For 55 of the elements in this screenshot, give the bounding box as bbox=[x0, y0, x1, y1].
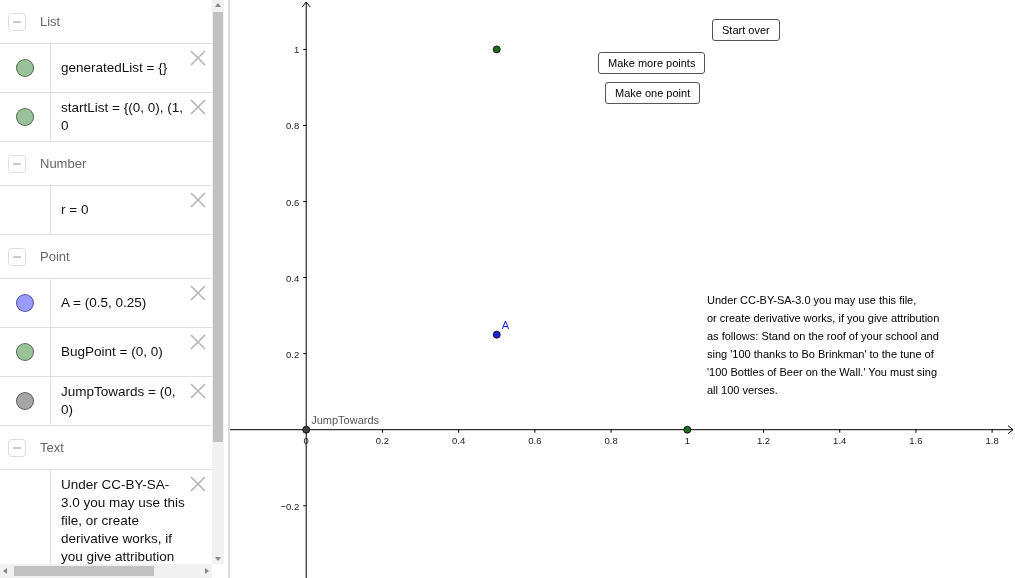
x-tick-label: 1.8 bbox=[985, 434, 999, 446]
point[interactable] bbox=[302, 425, 311, 434]
algebra-entry[interactable]: r = 0 bbox=[61, 201, 89, 219]
y-tick-label: 1 bbox=[293, 44, 300, 56]
point[interactable] bbox=[492, 45, 501, 54]
algebra-entry[interactable]: generatedList = {} bbox=[61, 59, 168, 77]
horizontal-scrollbar[interactable] bbox=[0, 564, 212, 578]
visibility-dot-icon[interactable] bbox=[16, 59, 34, 77]
y-tick-label: 0.2 bbox=[286, 348, 300, 360]
algebra-entry[interactable]: BugPoint = (0, 0) bbox=[61, 343, 163, 361]
delete-icon[interactable] bbox=[189, 382, 207, 400]
algebra-entry[interactable]: A = (0.5, 0.25) bbox=[61, 294, 147, 312]
x-tick-label: 0.4 bbox=[452, 434, 466, 446]
visibility-dot-icon[interactable] bbox=[16, 392, 34, 410]
y-tick-label: 0.8 bbox=[286, 120, 300, 132]
point[interactable] bbox=[683, 425, 692, 434]
vertical-scrollbar[interactable] bbox=[212, 0, 224, 564]
y-tick-label: 0.6 bbox=[286, 196, 300, 208]
license-text: Under CC-BY-SA-3.0 you may use this file, or create derivative works, if you give attribution as follows: Stand on the roof of your school and sing '100 thanks to Bo Brinkman' to the tune of '100 Bottles of Beer on the Wall.' You must sing all 100 verses. bbox=[707, 293, 940, 398]
x-tick-label: 0.6 bbox=[528, 434, 542, 446]
algebra-entry[interactable]: Under CC-BY-SA-3.0 you may use this file, or create derivative works, if you give attribution bbox=[61, 476, 188, 564]
collapse-toggle-icon[interactable] bbox=[8, 247, 26, 266]
action-button[interactable]: Make one point bbox=[605, 82, 701, 104]
y-tick-label: 0.4 bbox=[286, 272, 300, 284]
category-header: Text bbox=[40, 440, 64, 455]
x-tick-label: 0 bbox=[303, 434, 309, 446]
category-header: Point bbox=[40, 249, 70, 264]
delete-icon[interactable] bbox=[189, 191, 207, 209]
collapse-toggle-icon[interactable] bbox=[8, 438, 26, 457]
point-label: A bbox=[501, 318, 510, 331]
point[interactable] bbox=[492, 330, 501, 339]
x-tick-label: 0.2 bbox=[375, 434, 390, 446]
delete-icon[interactable] bbox=[189, 98, 207, 116]
action-button[interactable]: Make more points bbox=[598, 52, 706, 74]
x-tick-label: 1 bbox=[684, 434, 690, 446]
delete-icon[interactable] bbox=[189, 333, 207, 351]
delete-icon[interactable] bbox=[189, 284, 207, 302]
algebra-entry[interactable]: startList = {(0, 0), (1, 0 bbox=[61, 99, 188, 135]
visibility-dot-icon[interactable] bbox=[16, 294, 34, 312]
x-tick-label: 1.4 bbox=[833, 434, 847, 446]
delete-icon[interactable] bbox=[189, 49, 207, 67]
algebra-entry[interactable]: JumpTowards = (0, 0) bbox=[61, 383, 188, 419]
point-label: JumpTowards bbox=[311, 413, 380, 426]
category-header: List bbox=[40, 14, 61, 29]
visibility-dot-icon[interactable] bbox=[16, 108, 34, 126]
action-button[interactable]: Start over bbox=[712, 19, 780, 41]
x-tick-label: 0.8 bbox=[604, 434, 618, 446]
delete-icon[interactable] bbox=[189, 475, 207, 493]
category-header: Number bbox=[40, 156, 87, 171]
visibility-dot-icon[interactable] bbox=[16, 343, 34, 361]
x-tick-label: 1.2 bbox=[756, 434, 771, 446]
x-tick-label: 1.6 bbox=[909, 434, 923, 446]
collapse-toggle-icon[interactable] bbox=[8, 154, 26, 173]
collapse-toggle-icon[interactable] bbox=[8, 12, 26, 31]
y-tick-label: −0.2 bbox=[280, 500, 300, 512]
